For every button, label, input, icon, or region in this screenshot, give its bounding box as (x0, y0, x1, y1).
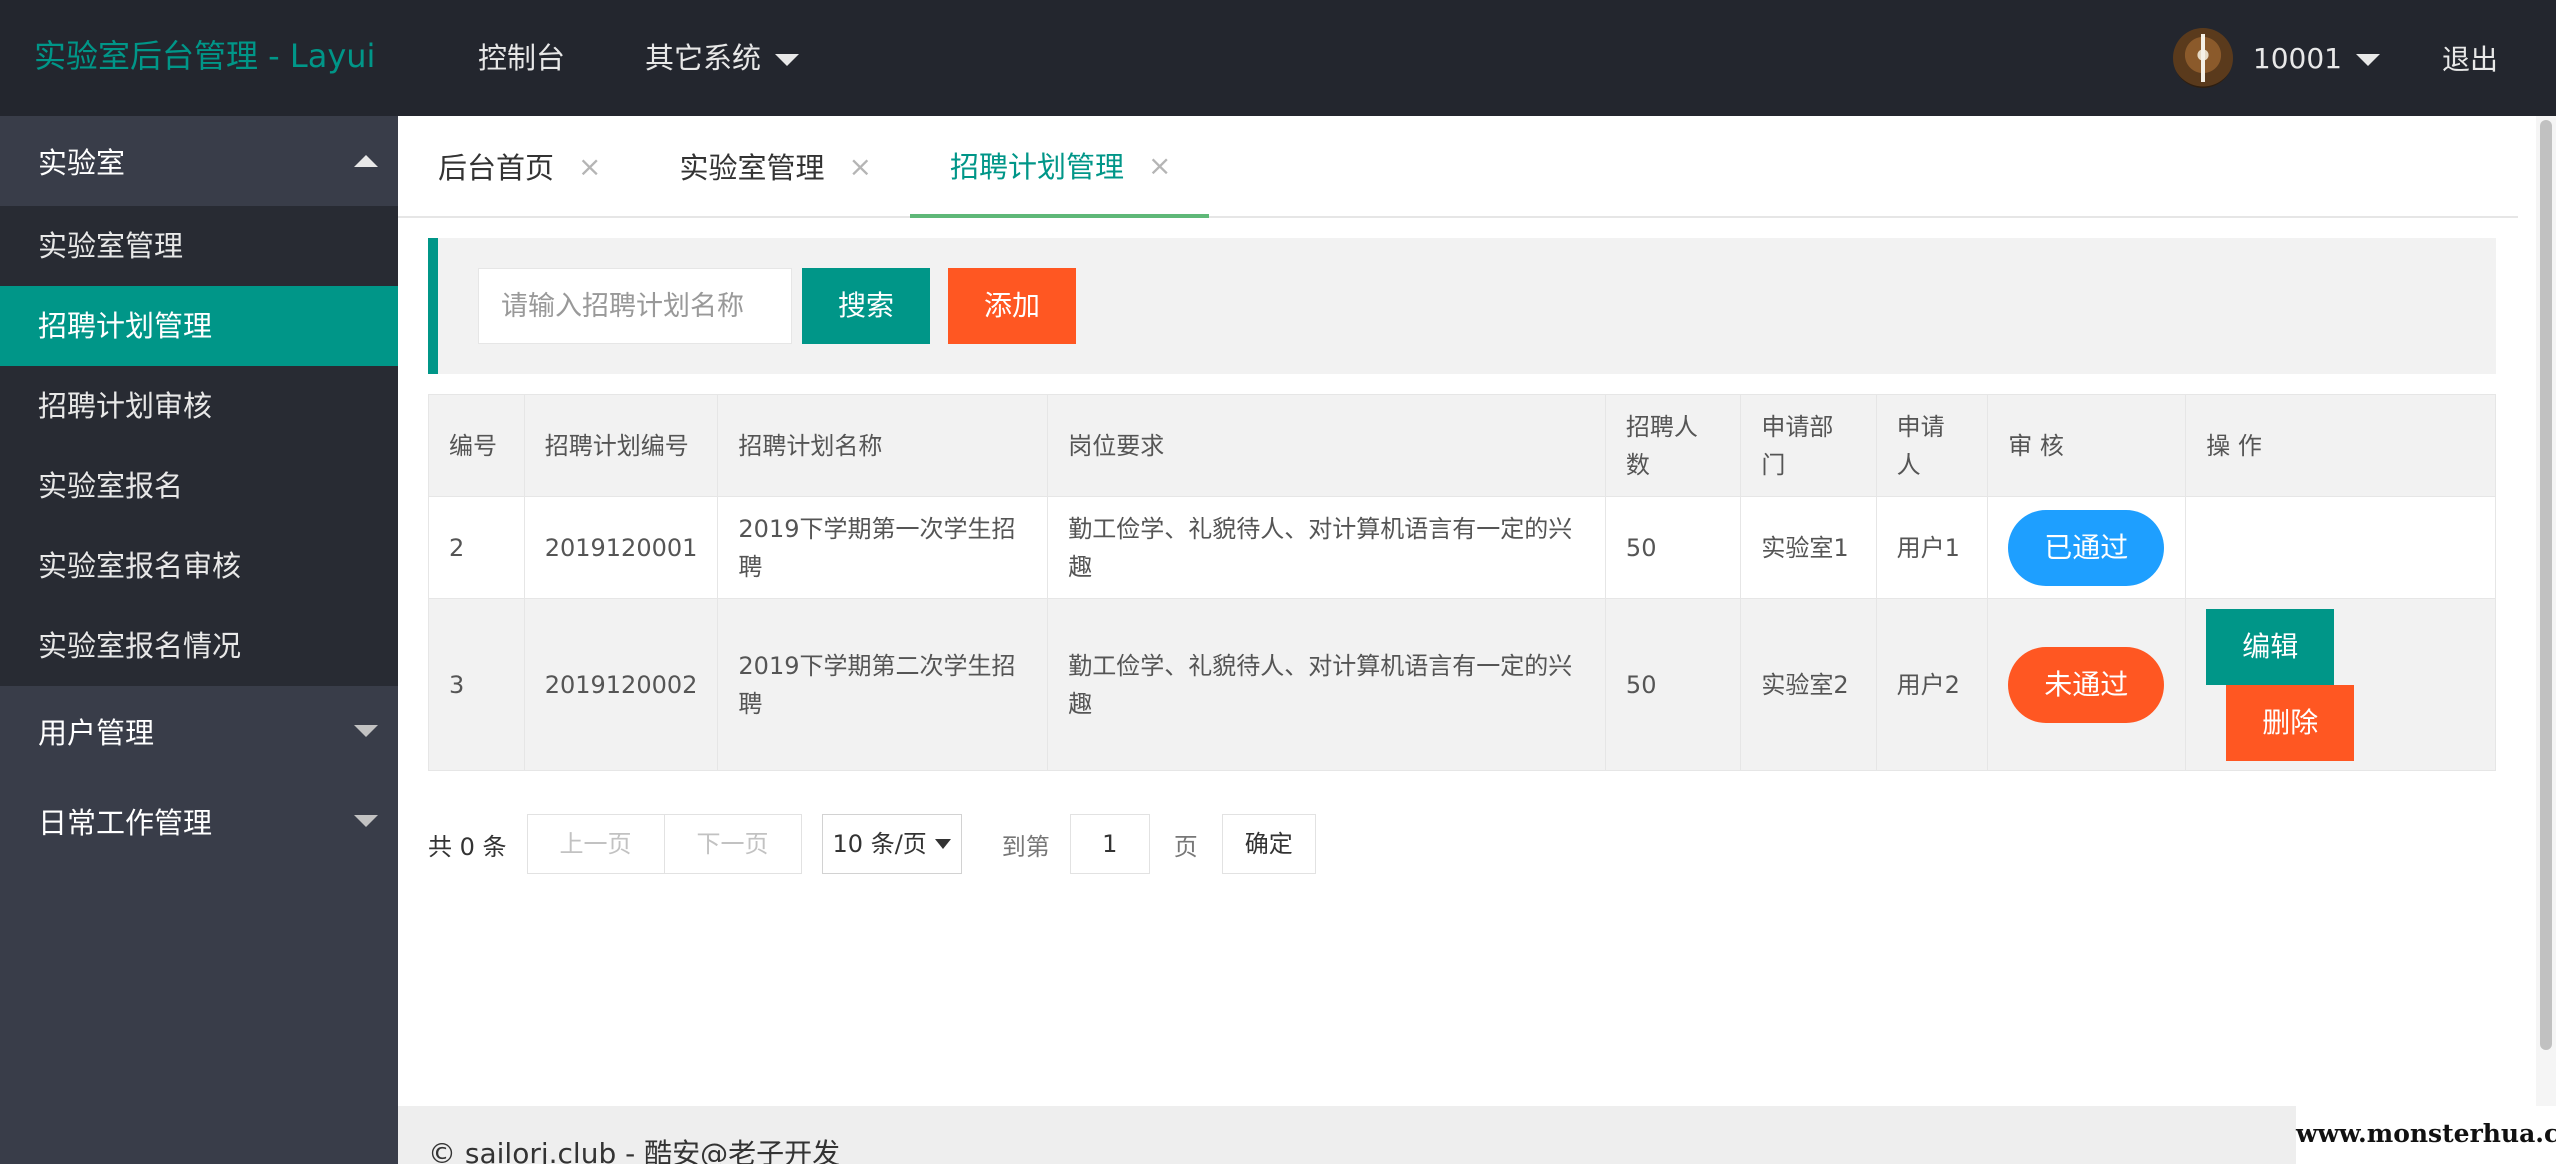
search-input[interactable] (478, 268, 792, 344)
pager-total: 共 0 条 (428, 832, 507, 861)
scrollbar-thumb[interactable] (2540, 120, 2552, 1050)
prev-page-button[interactable]: 上一页 (526, 814, 665, 874)
close-icon[interactable]: × (1148, 149, 1171, 182)
cell-applicant: 用户1 (1875, 496, 1989, 599)
nav-other-systems-label: 其它系统 (645, 41, 762, 75)
col-header-requirement: 岗位要求 (1047, 394, 1606, 497)
col-header-dept: 申请部门 (1740, 394, 1877, 497)
cell-dept: 实验室1 (1740, 496, 1877, 599)
nav-other-systems[interactable]: 其它系统 (645, 0, 800, 116)
cell-dept: 实验室2 (1740, 598, 1877, 771)
chevron-down-icon (2355, 54, 2380, 66)
tab-bar: 后台首页 × 实验室管理 × 招聘计划管理 × (398, 116, 2518, 218)
sidebar-group-label: 日常工作管理 (38, 806, 213, 840)
sidebar-submenu: 实验室管理 招聘计划管理 招聘计划审核 实验室报名 实验室报名审核 实验室报名情… (0, 206, 398, 686)
pager-confirm-button[interactable]: 确定 (1221, 814, 1316, 874)
cell-review: 已通过 (1987, 496, 2187, 599)
sidebar-item-signup-status[interactable]: 实验室报名情况 (0, 606, 398, 686)
tab-recruit-plan[interactable]: 招聘计划管理 × (909, 116, 1210, 218)
watermark: www.monsterhua.com (2296, 1106, 2556, 1164)
search-button[interactable]: 搜索 (802, 268, 930, 344)
close-icon[interactable]: × (849, 150, 872, 183)
sidebar-item-signup-review[interactable]: 实验室报名审核 (0, 526, 398, 606)
sidebar-item-lab-manage[interactable]: 实验室管理 (0, 206, 398, 286)
status-badge-failed: 未通过 (2008, 646, 2165, 723)
tab-label: 实验室管理 (679, 151, 825, 185)
nav-console-label: 控制台 (478, 41, 566, 75)
col-header-plan-no: 招聘计划编号 (523, 394, 719, 497)
avatar[interactable] (2172, 28, 2233, 88)
footer: © sailorj.club - 酷安@老子开发 (398, 1106, 2556, 1164)
chevron-down-icon (934, 839, 951, 849)
chevron-down-icon (354, 725, 378, 737)
user-area: 10001 退出 (2172, 0, 2498, 116)
logout-link[interactable]: 退出 (2442, 38, 2498, 78)
page-size-value: 10 条/页 (832, 830, 927, 858)
user-name: 10001 (2252, 41, 2342, 75)
sidebar-item-recruit-plan[interactable]: 招聘计划管理 (0, 286, 398, 366)
col-header-applicant: 申请人 (1875, 394, 1989, 497)
cell-name: 2019下学期第一次学生招聘 (717, 496, 1049, 599)
cell-plan-no: 2019120002 (523, 598, 719, 771)
app-logo[interactable]: 实验室后台管理 - Layui (34, 0, 375, 116)
sidebar-group-label: 用户管理 (38, 716, 155, 750)
sidebar-group-lab[interactable]: 实验室 (0, 116, 398, 206)
chevron-up-icon (354, 155, 378, 167)
top-header: 实验室后台管理 - Layui 控制台 其它系统 10001 退出 (0, 0, 2556, 116)
user-menu[interactable]: 10001 (2253, 42, 2380, 75)
page-size-select[interactable]: 10 条/页 (821, 814, 962, 874)
chevron-down-icon (775, 54, 800, 66)
col-header-actions: 操 作 (2185, 394, 2496, 497)
next-page-button[interactable]: 下一页 (664, 814, 802, 874)
col-header-name: 招聘计划名称 (717, 394, 1049, 497)
tab-home[interactable]: 后台首页 × (398, 116, 639, 216)
sidebar: 实验室 实验室管理 招聘计划管理 招聘计划审核 实验室报名 实验室报名审核 实验… (0, 116, 398, 1164)
cell-name: 2019下学期第二次学生招聘 (717, 598, 1049, 771)
top-nav: 控制台 其它系统 (478, 0, 879, 116)
scrollbar[interactable] (2536, 116, 2556, 1106)
status-badge-passed: 已通过 (2008, 509, 2165, 586)
nav-console[interactable]: 控制台 (478, 0, 565, 116)
search-bar: 搜索 添加 (428, 238, 2496, 374)
tab-label: 后台首页 (438, 151, 555, 185)
close-icon[interactable]: × (578, 150, 601, 183)
table-header-row: 编号 招聘计划编号 招聘计划名称 岗位要求 招聘人数 申请部门 申请人 审 核 … (428, 394, 2496, 497)
sidebar-item-recruit-review[interactable]: 招聘计划审核 (0, 366, 398, 446)
cell-id: 2 (428, 496, 525, 599)
pagination: 共 0 条 上一页 下一页 10 条/页 到第 1 页 确定 (428, 814, 1316, 874)
table-row: 2 2019120001 2019下学期第一次学生招聘 勤工俭学、礼貌待人、对计… (428, 496, 2496, 599)
cell-id: 3 (428, 598, 525, 771)
pager-page-label: 页 (1173, 832, 1198, 861)
recruit-plan-table: 编号 招聘计划编号 招聘计划名称 岗位要求 招聘人数 申请部门 申请人 审 核 … (428, 394, 2496, 771)
page-number-input[interactable]: 1 (1069, 814, 1150, 874)
cell-review: 未通过 (1987, 598, 2187, 771)
cell-count: 50 (1604, 496, 1742, 599)
sidebar-group-daily[interactable]: 日常工作管理 (0, 776, 398, 866)
cell-actions (2185, 496, 2496, 599)
edit-button[interactable]: 编辑 (2206, 609, 2335, 685)
cell-actions: 编辑 删除 (2185, 598, 2496, 771)
cell-applicant: 用户2 (1875, 598, 1989, 771)
delete-button[interactable]: 删除 (2226, 685, 2355, 761)
col-header-id: 编号 (428, 394, 525, 497)
sidebar-group-label: 实验室 (38, 146, 126, 180)
table-row: 3 2019120002 2019下学期第二次学生招聘 勤工俭学、礼貌待人、对计… (428, 598, 2496, 771)
cell-count: 50 (1604, 598, 1742, 771)
cell-requirement: 勤工俭学、礼貌待人、对计算机语言有一定的兴趣 (1047, 598, 1606, 771)
footer-copyright: © sailorj.club - 酷安@老子开发 (428, 1137, 841, 1164)
pager-goto-label: 到第 (1001, 832, 1050, 861)
tab-lab-manage[interactable]: 实验室管理 × (639, 116, 909, 216)
sidebar-group-users[interactable]: 用户管理 (0, 686, 398, 776)
sidebar-item-lab-signup[interactable]: 实验室报名 (0, 446, 398, 526)
col-header-count: 招聘人数 (1604, 394, 1742, 497)
cell-plan-no: 2019120001 (523, 496, 719, 599)
col-header-review: 审 核 (1987, 394, 2187, 497)
tab-label: 招聘计划管理 (949, 150, 1124, 184)
chevron-down-icon (354, 815, 378, 827)
cell-requirement: 勤工俭学、礼貌待人、对计算机语言有一定的兴趣 (1047, 496, 1606, 599)
add-button[interactable]: 添加 (948, 268, 1076, 344)
